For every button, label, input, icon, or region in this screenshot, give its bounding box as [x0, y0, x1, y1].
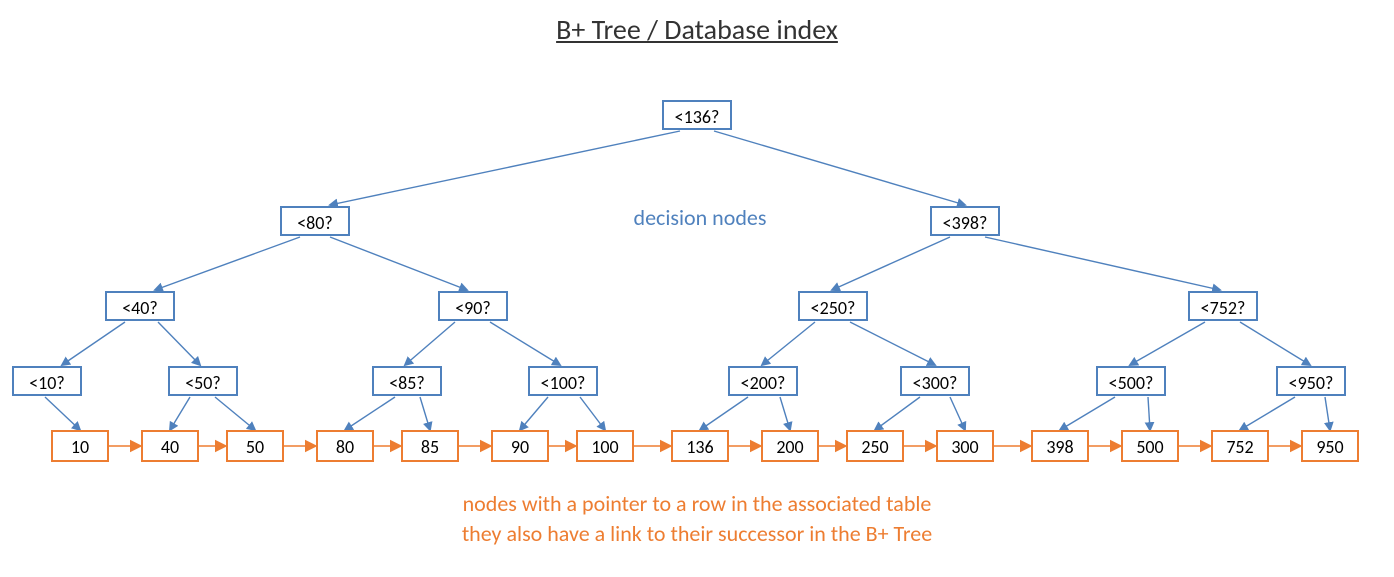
leaf-14: 950: [1301, 430, 1359, 462]
dnode-l4a: <10?: [12, 366, 82, 396]
leaf-9: 250: [846, 430, 904, 462]
dnode-l3d: <752?: [1188, 291, 1258, 321]
leaf-2: 50: [226, 430, 284, 462]
dnode-l4f: <300?: [900, 366, 970, 396]
leaf-3: 80: [316, 430, 374, 462]
diagram-stage: <136? <80? <398? <40? <90? <250? <752? <…: [0, 0, 1394, 577]
leaf-7: 136: [671, 430, 729, 462]
dnode-l3c: <250?: [798, 291, 868, 321]
dnode-l4d: <100?: [528, 366, 598, 396]
dnode-root: <136?: [662, 100, 732, 130]
leaf-10: 300: [936, 430, 994, 462]
dnode-l4g: <500?: [1096, 366, 1166, 396]
dnode-l3b: <90?: [438, 291, 508, 321]
dnode-l3a: <40?: [105, 291, 175, 321]
dnode-l2b: <398?: [930, 206, 1000, 236]
leaf-11: 398: [1031, 430, 1089, 462]
leaf-4: 85: [401, 430, 459, 462]
label-decision: decision nodes: [530, 204, 870, 231]
leaf-13: 752: [1211, 430, 1269, 462]
dnode-l2a: <80?: [280, 206, 350, 236]
leaf-12: 500: [1121, 430, 1179, 462]
label-footer-2: they also have a link to their successor…: [0, 520, 1394, 547]
leaf-6: 100: [576, 430, 634, 462]
dnode-l4c: <85?: [372, 366, 442, 396]
leaf-8: 200: [761, 430, 819, 462]
leaf-5: 90: [491, 430, 549, 462]
dnode-l4h: <950?: [1276, 366, 1346, 396]
dnode-l4b: <50?: [168, 366, 238, 396]
leaf-0: 10: [51, 430, 109, 462]
dnode-l4e: <200?: [728, 366, 798, 396]
label-footer-1: nodes with a pointer to a row in the ass…: [0, 490, 1394, 517]
leaf-1: 40: [141, 430, 199, 462]
